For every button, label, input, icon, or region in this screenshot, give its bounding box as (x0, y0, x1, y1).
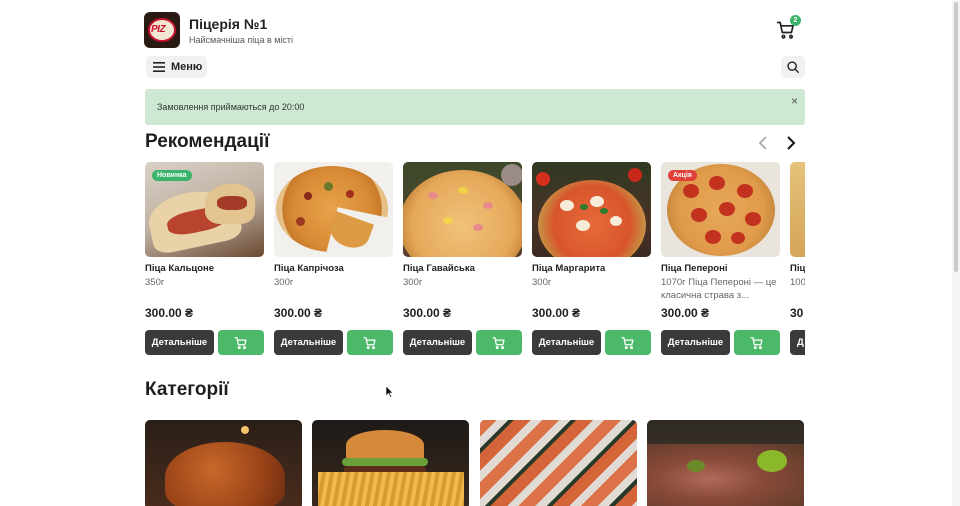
product-card: Акція Піца Пепероні 1070г Піца Пепероні … (661, 162, 780, 356)
product-price: 30 (790, 306, 804, 320)
mouse-cursor-icon (386, 386, 394, 398)
product-name: Піца Капрічоза (274, 263, 344, 274)
cart-icon (750, 336, 763, 349)
chevron-right-icon (787, 136, 796, 150)
category-card[interactable] (647, 420, 804, 506)
add-to-cart-button[interactable] (734, 330, 780, 355)
close-icon[interactable]: × (791, 95, 798, 107)
product-card: Піца Гавайська 300г 300.00 ₴ Детальніше (403, 162, 522, 356)
product-carousel: Новинка Піца Кальцоне 350г 300.00 ₴ Дета… (145, 162, 805, 362)
category-card[interactable] (145, 420, 302, 506)
page-scrollbar[interactable] (952, 0, 960, 506)
add-to-cart-button[interactable] (218, 330, 264, 355)
details-button[interactable]: Детальніше (145, 330, 214, 355)
product-weight-value: 1070г (661, 277, 686, 288)
category-grid (145, 420, 805, 506)
product-image[interactable] (403, 162, 522, 257)
product-price: 300.00 ₴ (403, 306, 452, 320)
product-card: Піц 100 30 Д (790, 162, 805, 356)
add-to-cart-button[interactable] (476, 330, 522, 355)
hamburger-icon (153, 62, 165, 72)
info-banner: Замовлення приймаються до 20:00 × (145, 89, 805, 125)
product-weight: 300г (403, 277, 423, 288)
roast-chicken-image (165, 442, 285, 506)
category-card[interactable] (480, 420, 637, 506)
cart-icon (363, 336, 376, 349)
details-button[interactable]: Детальніше (532, 330, 601, 355)
product-card: Піца Маргарита 300г 300.00 ₴ Детальніше (532, 162, 651, 356)
search-icon (787, 61, 799, 73)
details-button[interactable]: Детальніше (274, 330, 343, 355)
site-title: Піцерія №1 (189, 16, 268, 32)
product-weight: 300г (274, 277, 294, 288)
menu-button[interactable]: Меню (146, 56, 207, 78)
carousel-prev-button[interactable] (756, 136, 770, 150)
cart-button[interactable]: 2 (776, 15, 801, 40)
product-weight: 1070г Піца Пепероні — це класична страва… (661, 276, 780, 302)
details-button[interactable]: Д (790, 330, 805, 355)
search-button[interactable] (781, 56, 805, 78)
product-weight: 300г (532, 277, 552, 288)
pizzeria-logo[interactable]: PIZ (144, 12, 180, 48)
cart-count-badge: 2 (790, 15, 801, 26)
scrollbar-thumb[interactable] (954, 2, 958, 272)
cart-icon (492, 336, 505, 349)
categories-title: Категорії (145, 379, 229, 400)
product-image[interactable] (790, 162, 805, 257)
chevron-left-icon (758, 136, 767, 150)
product-card: Новинка Піца Кальцоне 350г 300.00 ₴ Дета… (145, 162, 264, 356)
product-badge: Акція (668, 170, 697, 181)
recommendations-title: Рекомендації (145, 131, 270, 152)
product-name: Піца Гавайська (403, 263, 475, 274)
sushi-image (480, 420, 637, 506)
category-card[interactable] (312, 420, 469, 506)
product-badge: Новинка (152, 170, 192, 181)
product-name: Піц (790, 263, 805, 274)
product-price: 300.00 ₴ (661, 306, 710, 320)
site-header: PIZ Піцерія №1 Найсмачніша піца в місті … (144, 12, 806, 52)
burger-fries-image (346, 430, 424, 460)
banner-message: Замовлення приймаються до 20:00 (157, 102, 305, 112)
site-subtitle: Найсмачніша піца в місті (189, 35, 294, 45)
menu-label: Меню (171, 61, 203, 73)
cart-icon (621, 336, 634, 349)
product-price: 300.00 ₴ (532, 306, 581, 320)
details-button[interactable]: Детальніше (403, 330, 472, 355)
product-weight: 100 (790, 277, 805, 288)
product-price: 300.00 ₴ (145, 306, 194, 320)
product-card: Піца Капрічоза 300г 300.00 ₴ Детальніше (274, 162, 393, 356)
add-to-cart-button[interactable] (605, 330, 651, 355)
product-weight: 350г (145, 277, 165, 288)
carousel-next-button[interactable] (784, 136, 798, 150)
product-name: Піца Кальцоне (145, 263, 215, 274)
product-image[interactable] (274, 162, 393, 257)
product-name: Піца Пепероні (661, 263, 728, 274)
details-button[interactable]: Детальніше (661, 330, 730, 355)
product-price: 300.00 ₴ (274, 306, 323, 320)
cart-icon (234, 336, 247, 349)
add-to-cart-button[interactable] (347, 330, 393, 355)
product-image[interactable] (532, 162, 651, 257)
product-name: Піца Маргарита (532, 263, 606, 274)
